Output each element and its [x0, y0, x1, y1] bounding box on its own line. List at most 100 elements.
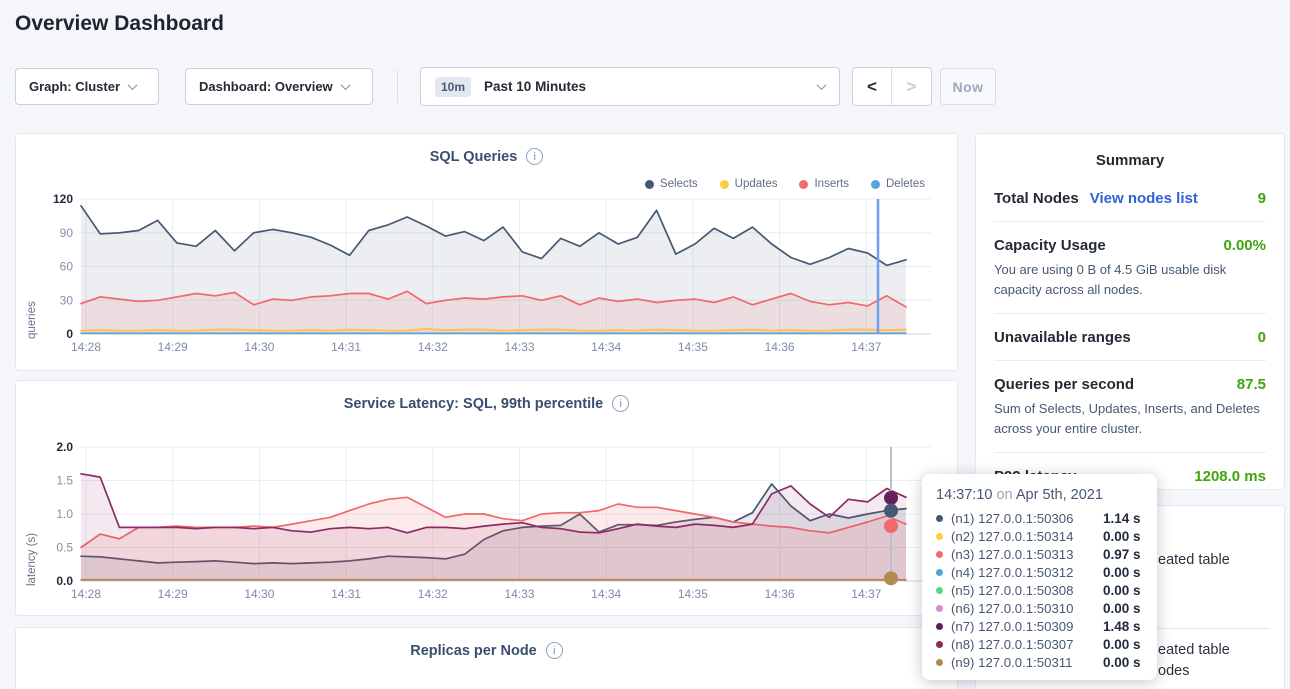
tooltip-node-label: (n7) 127.0.0.1:50309	[951, 619, 1103, 634]
sql-queries-card: SQL Queries i SelectsUpdatesInsertsDelet…	[15, 133, 958, 371]
replicas-per-node-card: Replicas per Node i	[15, 627, 958, 689]
tooltip-row: (n1) 127.0.0.1:503061.14 s	[936, 509, 1143, 527]
toolbar-divider	[397, 70, 398, 103]
svg-text:14:36: 14:36	[765, 340, 795, 354]
tooltip-date: Apr 5th, 2021	[1016, 487, 1103, 503]
next-range-button[interactable]: >	[892, 68, 931, 105]
svg-text:14:28: 14:28	[71, 340, 101, 354]
time-range-label: Past 10 Minutes	[484, 79, 586, 94]
tooltip-timestamp: 14:37:10 on Apr 5th, 2021	[936, 487, 1143, 503]
dashboard-dropdown-label: Dashboard: Overview	[199, 79, 333, 94]
page-title: Overview Dashboard	[15, 12, 224, 36]
node-color-dot	[936, 605, 943, 612]
svg-text:14:35: 14:35	[678, 340, 708, 354]
svg-text:14:29: 14:29	[158, 587, 188, 601]
tooltip-on-word: on	[996, 487, 1012, 503]
chart-title-text: Replicas per Node	[410, 643, 537, 659]
tooltip-node-label: (n4) 127.0.0.1:50312	[951, 565, 1103, 580]
summary-title: Summary	[976, 134, 1284, 175]
svg-text:14:31: 14:31	[331, 587, 361, 601]
tooltip-row: (n9) 127.0.0.1:503110.00 s	[936, 654, 1143, 672]
node-color-dot	[936, 641, 943, 648]
summary-panel: Summary Total Nodes View nodes list 9 Ca…	[975, 133, 1285, 490]
queries-per-second-row: Queries per second 87.5 Sum of Selects, …	[994, 361, 1266, 453]
event-item-text[interactable]: odes	[1158, 663, 1189, 679]
tooltip-node-value: 1.14 s	[1103, 511, 1141, 526]
tooltip-time: 14:37:10	[936, 487, 992, 503]
svg-text:14:35: 14:35	[678, 587, 708, 601]
sql-queries-chart[interactable]: 14:2814:2914:3014:3114:3214:3314:3414:35…	[16, 134, 959, 366]
node-color-dot	[936, 623, 943, 630]
dashboard-dropdown[interactable]: Dashboard: Overview	[185, 68, 373, 105]
svg-text:14:33: 14:33	[504, 340, 534, 354]
tooltip-row: (n2) 127.0.0.1:503140.00 s	[936, 527, 1143, 545]
capacity-usage-label: Capacity Usage	[994, 237, 1106, 254]
svg-text:14:34: 14:34	[591, 340, 621, 354]
node-color-dot	[936, 533, 943, 540]
svg-text:14:30: 14:30	[244, 340, 274, 354]
qps-value: 87.5	[1237, 376, 1266, 393]
unavailable-ranges-row: Unavailable ranges 0	[994, 314, 1266, 361]
node-color-dot	[936, 587, 943, 594]
svg-text:14:29: 14:29	[158, 340, 188, 354]
svg-text:14:32: 14:32	[418, 587, 448, 601]
chevron-down-icon	[817, 80, 827, 90]
now-button[interactable]: Now	[940, 68, 996, 105]
svg-text:14:31: 14:31	[331, 340, 361, 354]
svg-text:14:33: 14:33	[504, 587, 534, 601]
tooltip-node-value: 1.48 s	[1103, 619, 1141, 634]
capacity-usage-row: Capacity Usage 0.00% You are using 0 B o…	[994, 222, 1266, 314]
info-icon[interactable]: i	[546, 642, 563, 659]
event-item-text[interactable]: eated table	[1158, 642, 1230, 658]
time-range-badge: 10m	[435, 77, 471, 97]
svg-text:30: 30	[60, 293, 74, 307]
svg-text:60: 60	[60, 260, 74, 274]
time-range-selector[interactable]: 10m Past 10 Minutes	[420, 67, 840, 106]
tooltip-row: (n6) 127.0.0.1:503100.00 s	[936, 599, 1143, 617]
tooltip-node-value: 0.00 s	[1103, 601, 1141, 616]
svg-text:14:37: 14:37	[851, 340, 881, 354]
chevron-down-icon	[128, 80, 138, 90]
service-latency-chart[interactable]: 14:2814:2914:3014:3114:3214:3314:3414:35…	[16, 381, 959, 613]
tooltip-row: (n3) 127.0.0.1:503130.97 s	[936, 545, 1143, 563]
replicas-chart-title: Replicas per Node i	[16, 642, 957, 659]
total-nodes-value: 9	[1258, 190, 1266, 207]
svg-text:2.0: 2.0	[56, 440, 73, 454]
graph-dropdown[interactable]: Graph: Cluster	[15, 68, 159, 105]
svg-text:14:34: 14:34	[591, 587, 621, 601]
svg-text:0.5: 0.5	[56, 541, 73, 555]
svg-text:0: 0	[66, 327, 73, 341]
unavailable-ranges-value: 0	[1258, 329, 1266, 346]
overview-dashboard-page: Overview Dashboard Graph: Cluster Dashbo…	[0, 0, 1290, 689]
svg-text:0.0: 0.0	[56, 574, 73, 588]
tooltip-node-label: (n2) 127.0.0.1:50314	[951, 529, 1103, 544]
tooltip-node-value: 0.00 s	[1103, 637, 1141, 652]
node-color-dot	[936, 569, 943, 576]
tooltip-row: (n4) 127.0.0.1:503120.00 s	[936, 563, 1143, 581]
tooltip-node-label: (n5) 127.0.0.1:50308	[951, 583, 1103, 598]
svg-text:120: 120	[53, 192, 73, 206]
view-nodes-list-link[interactable]: View nodes list	[1090, 190, 1198, 207]
node-color-dot	[936, 551, 943, 558]
svg-text:1.0: 1.0	[56, 507, 73, 521]
service-latency-card: Service Latency: SQL, 99th percentile i …	[15, 380, 958, 616]
qps-label: Queries per second	[994, 376, 1134, 393]
capacity-usage-description: You are using 0 B of 4.5 GiB usable disk…	[994, 260, 1266, 299]
tooltip-node-label: (n1) 127.0.0.1:50306	[951, 511, 1103, 526]
svg-text:90: 90	[60, 226, 74, 240]
tooltip-node-value: 0.00 s	[1103, 655, 1141, 670]
tooltip-node-value: 0.97 s	[1103, 547, 1141, 562]
tooltip-node-label: (n9) 127.0.0.1:50311	[951, 655, 1103, 670]
chevron-down-icon	[340, 80, 350, 90]
total-nodes-label: Total Nodes	[994, 190, 1079, 207]
prev-range-button[interactable]: <	[853, 68, 892, 105]
tooltip-row: (n7) 127.0.0.1:503091.48 s	[936, 618, 1143, 636]
tooltip-rows: (n1) 127.0.0.1:503061.14 s(n2) 127.0.0.1…	[936, 509, 1143, 672]
tooltip-row: (n8) 127.0.0.1:503070.00 s	[936, 636, 1143, 654]
event-item-text[interactable]: eated table	[1158, 552, 1230, 568]
tooltip-node-label: (n6) 127.0.0.1:50310	[951, 601, 1103, 616]
node-color-dot	[936, 659, 943, 666]
svg-text:14:36: 14:36	[765, 587, 795, 601]
node-color-dot	[936, 515, 943, 522]
total-nodes-row: Total Nodes View nodes list 9	[994, 175, 1266, 222]
